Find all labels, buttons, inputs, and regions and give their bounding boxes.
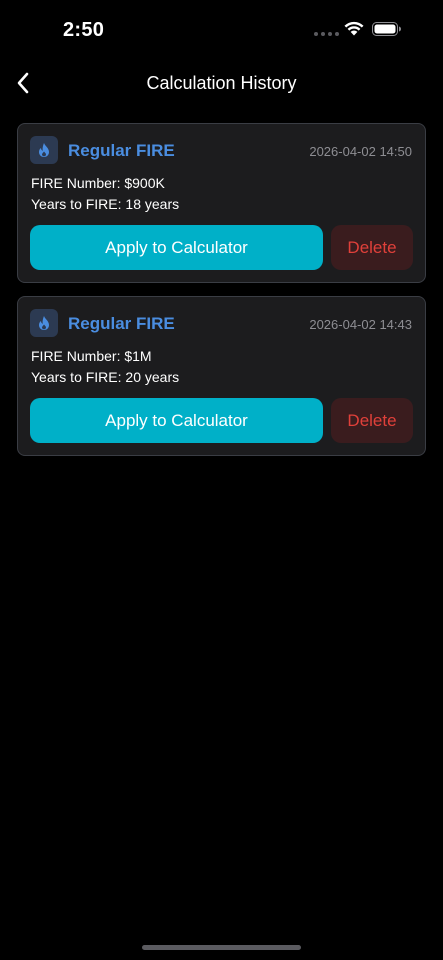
card-header: Regular FIRE 2026-04-02 14:43 [30, 309, 412, 339]
calculation-type: Regular FIRE [68, 141, 175, 160]
history-list: Regular FIRE 2026-04-02 14:50 FIRE Numbe… [17, 123, 426, 469]
history-card: Regular FIRE 2026-04-02 14:43 FIRE Numbe… [17, 296, 426, 456]
history-card: Regular FIRE 2026-04-02 14:50 FIRE Numbe… [17, 123, 426, 283]
years-to-fire: Years to FIRE: 20 years [31, 369, 180, 385]
timestamp: 2026-04-02 14:43 [309, 317, 412, 332]
apply-to-calculator-button[interactable]: Apply to Calculator [30, 398, 323, 443]
calculation-type: Regular FIRE [68, 314, 175, 333]
wifi-icon [344, 21, 364, 36]
delete-button[interactable]: Delete [331, 225, 413, 270]
years-to-fire: Years to FIRE: 18 years [31, 196, 180, 212]
card-header: Regular FIRE 2026-04-02 14:50 [30, 136, 412, 166]
battery-icon [372, 22, 401, 36]
flame-icon [30, 136, 58, 164]
apply-to-calculator-button[interactable]: Apply to Calculator [30, 225, 323, 270]
navigation-bar: Calculation History [0, 60, 443, 108]
flame-icon [30, 309, 58, 337]
fire-number: FIRE Number: $900K [31, 175, 165, 191]
fire-number: FIRE Number: $1M [31, 348, 152, 364]
signal-icon [314, 32, 339, 36]
timestamp: 2026-04-02 14:50 [309, 144, 412, 159]
status-bar: 2:50 [0, 0, 443, 60]
home-indicator[interactable] [142, 945, 301, 950]
status-time: 2:50 [63, 19, 105, 41]
page-title: Calculation History [146, 73, 297, 93]
delete-button[interactable]: Delete [331, 398, 413, 443]
